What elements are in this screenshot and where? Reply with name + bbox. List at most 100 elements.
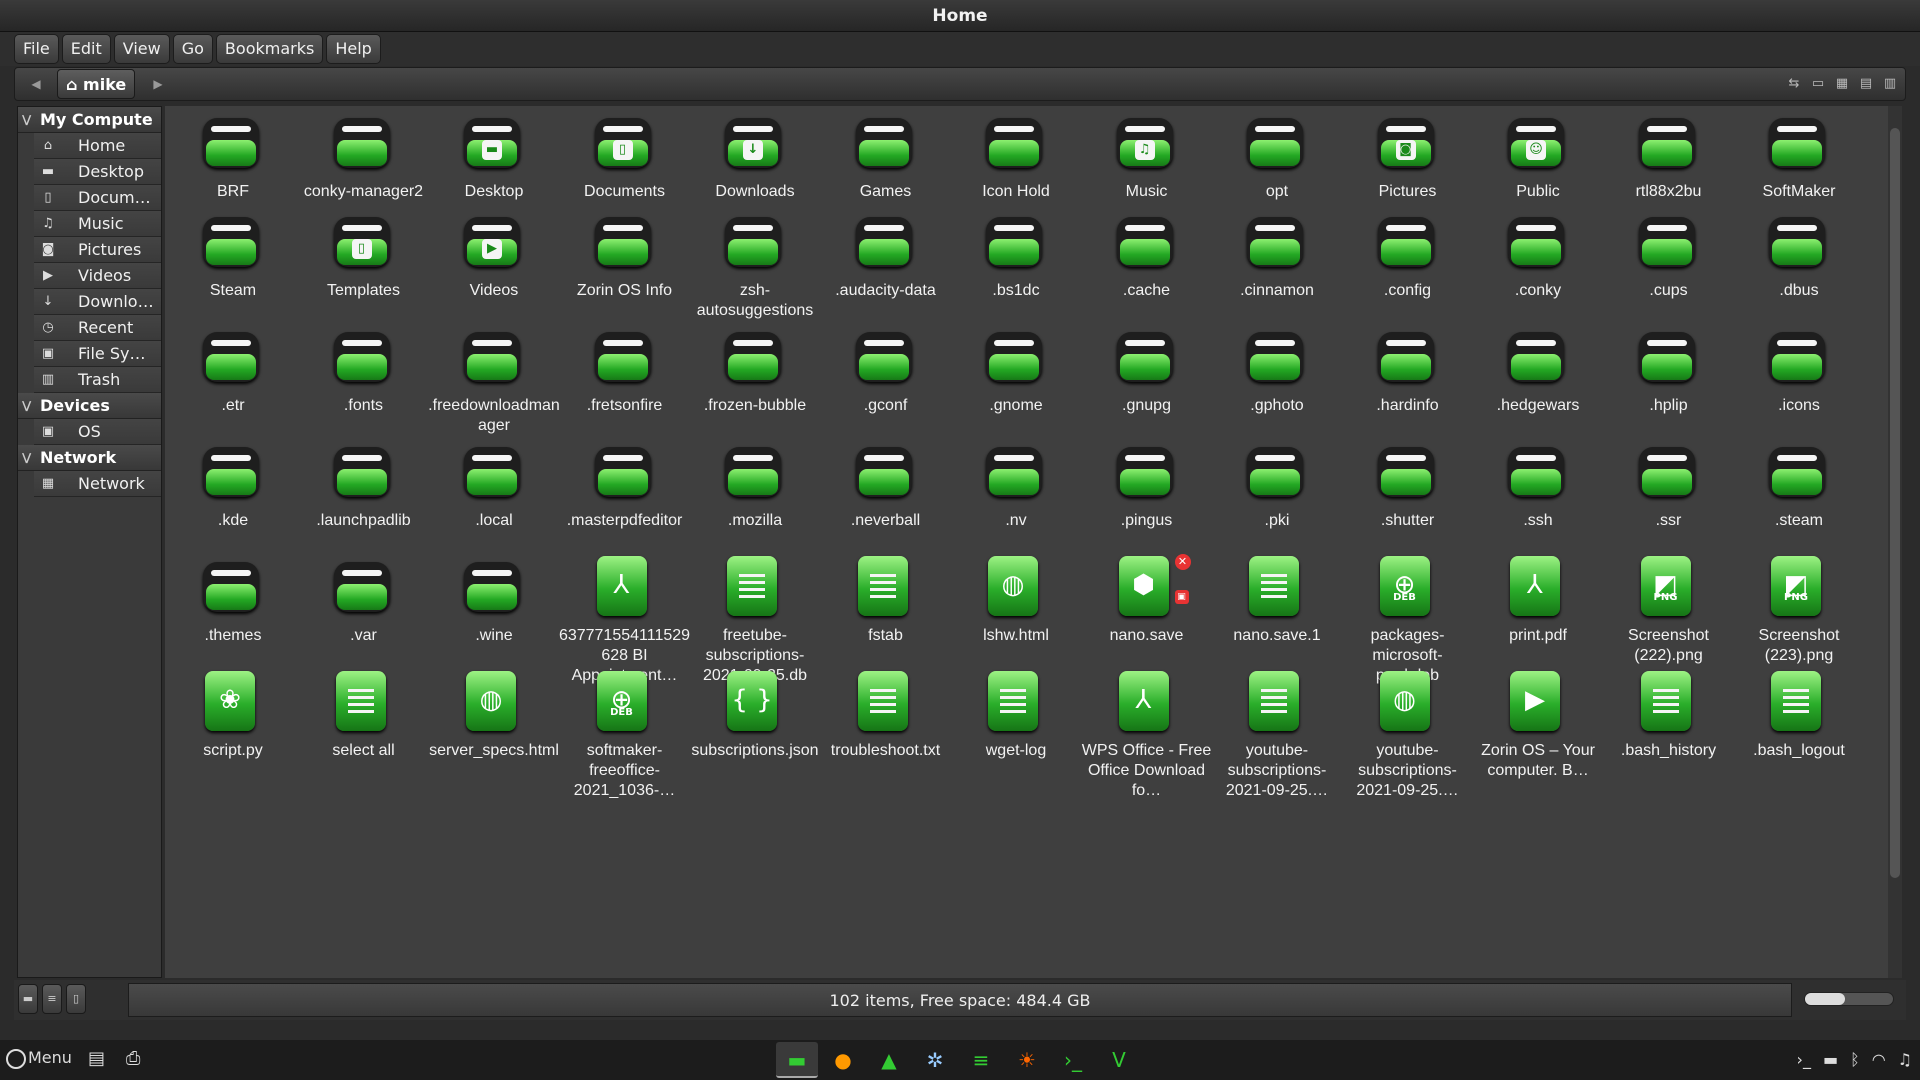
file-name: .gconf [863,397,908,414]
text-file-icon [727,556,777,616]
file-name: lshw.html [983,627,1049,644]
software-store-task-icon[interactable]: ▲ [868,1042,910,1078]
file-name: .pingus [1120,512,1173,529]
places-icon[interactable]: ▬ [18,984,38,1014]
music-icon[interactable]: ♫ [1898,1050,1912,1069]
menu-view[interactable]: View [113,34,170,64]
icon-view-icon[interactable]: ▦ [1833,74,1851,94]
menu-file[interactable]: File [14,34,59,64]
taskbar: Menu ▤ ⎙ ▬ ● ▲ ✲ ≡ ☀ ›_ V ›_ ▬ ᛒ ◠ ♫ [0,1040,1920,1080]
folder-icon [855,118,912,168]
list-view-icon[interactable]: ▤ [1857,74,1875,94]
file-name: nano.save.1 [1233,627,1321,644]
tree-icon[interactable]: ≡ [42,984,62,1014]
file-name: .hardinfo [1376,397,1439,414]
toggle-location-icon[interactable]: ⇆ [1785,74,1803,94]
file-name: Downloads [715,183,795,200]
breadcrumb-home[interactable]: ⌂ mike [57,69,136,99]
zoom-slider[interactable] [1804,992,1894,1006]
pdf-file-icon: ⅄ [596,556,647,616]
back-button[interactable]: ◀ [19,70,53,98]
sidebar-item-label: Docum… [78,188,151,207]
lock-emblem-icon: ▣ [1174,590,1189,604]
compact-view-icon[interactable]: ▥ [1881,74,1899,94]
settings-task-icon[interactable]: ✲ [914,1042,956,1078]
terminal-tray-icon[interactable]: ›_ [1797,1050,1811,1069]
text-editor-task-icon[interactable]: ≡ [960,1042,1002,1078]
sidebar-item-desktop[interactable]: ▬ Desktop [34,159,161,185]
wifi-icon[interactable]: ◠ [1872,1050,1886,1069]
folder-icon [855,217,912,267]
terminal-task-icon[interactable]: ›_ [1052,1042,1094,1078]
network-icon: ▦ [41,476,55,491]
file-name: .config [1383,282,1432,299]
folder-icon [1638,332,1695,382]
sidebar-item-network[interactable]: ▦ Network [34,471,161,497]
home-icon: ⌂ [66,75,78,94]
pictures-icon: ◙ [41,242,55,257]
sidebar-item-label: Recent [78,318,134,337]
sidebar-item-home[interactable]: ⌂ Home [34,133,161,159]
folder-icon: ▯ [333,217,390,267]
system-tray: ›_ ▬ ᛒ ◠ ♫ [1797,1050,1912,1069]
folder-icon [203,447,259,497]
sidebar-mode-buttons: ▬ ≡ ▯ [18,984,86,1014]
file-name: .gnome [989,397,1043,414]
file-name: .themes [204,627,262,644]
folder-icon [725,217,781,267]
media-player-task-icon[interactable]: ● [822,1042,864,1078]
sidebar-item-file-sy[interactable]: ▣ File Sy… [34,341,161,367]
folder-icon [333,447,390,497]
scrollbar[interactable] [1888,106,1902,978]
sidebar-item-label: Trash [78,370,121,389]
file-name: .fonts [343,397,384,414]
search-icon[interactable]: ▭ [1809,74,1827,94]
file-name: .mozilla [727,512,783,529]
sidebar-item-label: File Sy… [78,344,146,363]
file-name: .etr [221,397,245,414]
menu-go[interactable]: Go [172,34,213,64]
status-text: 102 items, Free space: 484.4 GB [128,983,1792,1017]
sidebar-item-videos[interactable]: ▶ Videos [34,263,161,289]
forward-button[interactable]: ▶ [141,70,175,98]
folder-emblem-icon: ▬ [482,140,502,160]
hide-sidebar-icon[interactable]: ▯ [66,984,86,1014]
firefox-task-icon[interactable]: ☀ [1006,1042,1048,1078]
png-file-icon: ◩ PNG [1771,556,1821,616]
sidebar-item-trash[interactable]: ▥ Trash [34,367,161,393]
folder-icon [464,332,520,382]
folder-icon [1247,447,1303,497]
menu-help[interactable]: Help [326,34,381,64]
start-menu-button[interactable]: Menu [6,1048,72,1069]
chevron-down-icon: ⋁ [22,399,32,412]
sidebar-item-music[interactable]: ♫ Music [34,211,161,237]
folder-icon: ▶ [464,217,520,267]
sidebar-item-pictures[interactable]: ◙ Pictures [34,237,161,263]
scrollbar-thumb[interactable] [1890,128,1900,878]
sidebar-item-downlo[interactable]: ↓ Downlo… [34,289,161,315]
html-file-icon: ◍ [988,556,1038,616]
drive-tray-icon[interactable]: ▬ [1823,1050,1838,1069]
sidebar-item-recent[interactable]: ◷ Recent [34,315,161,341]
file-name: .gnupg [1122,397,1171,414]
file-manager-task-icon[interactable]: ▬ [776,1042,818,1078]
sidebar-section-my-compute[interactable]: ⋁ My Compute [18,107,161,133]
sidebar-section-network[interactable]: ⋁ Network [18,445,161,471]
sidebar-item-os[interactable]: ▣ OS [34,419,161,445]
menu-bookmarks[interactable]: Bookmarks [215,34,324,64]
sidebar-item-docum[interactable]: ▯ Docum… [34,185,161,211]
menu-edit[interactable]: Edit [61,34,111,64]
vivaldi-task-icon[interactable]: V [1098,1042,1140,1078]
folder-icon [1116,217,1173,267]
file-name: SoftMaker [1762,183,1836,200]
sidebar-section-devices[interactable]: ⋁ Devices [18,393,161,419]
printer-icon[interactable]: ⎙ [126,1048,140,1069]
bluetooth-icon[interactable]: ᛒ [1850,1050,1860,1069]
file-sy-icon: ▣ [41,346,55,361]
file-name: .wine [475,627,513,644]
text-file-icon [335,671,386,731]
files-launcher-icon[interactable]: ▤ [88,1048,105,1069]
file-name: .masterpdfeditor [566,512,683,529]
file-name: .bash_history [1620,742,1717,759]
toolbar: ◀ ⌂ mike ▶ ⇆ ▭ ▦ ▤ ▥ [14,67,1906,101]
